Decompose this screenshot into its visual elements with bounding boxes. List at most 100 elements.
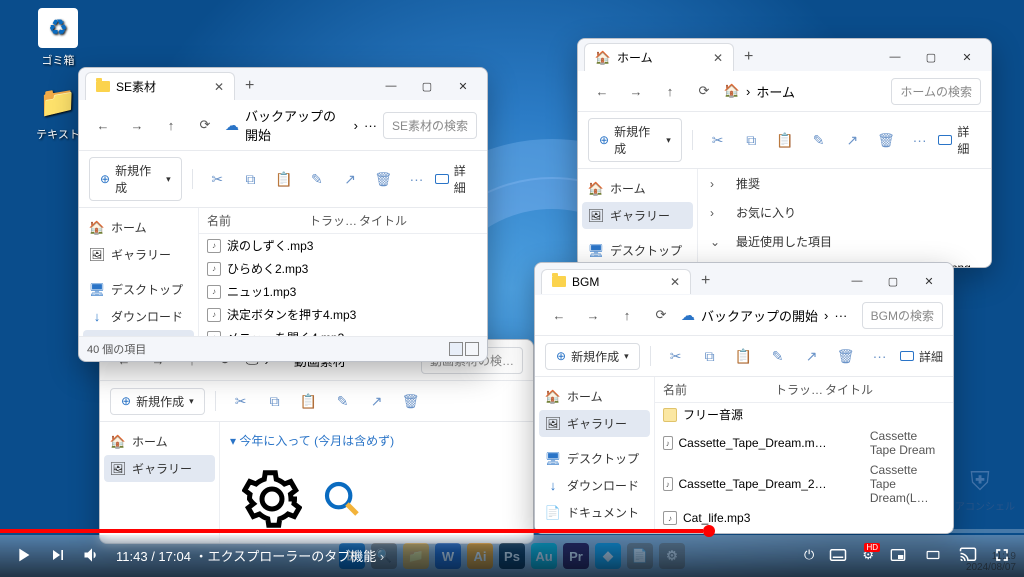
sidebar-item-home[interactable]: 🏠ホーム [83,214,194,241]
section-recommended[interactable]: ›推奨 [698,169,991,198]
paste-icon[interactable]: 📋 [269,165,298,193]
delete-icon[interactable]: 🗑 [369,165,398,193]
file-row[interactable]: ♪決定ボタンを押す4.mp3 [199,303,487,326]
nav-fwd[interactable]: → [123,111,151,139]
minimize-button[interactable]: — [839,267,875,295]
tab[interactable]: SE素材 ✕ [85,72,235,100]
view-toggle[interactable] [449,342,479,356]
more-icon[interactable]: ··· [402,165,431,193]
rename-icon[interactable]: ✎ [763,342,793,370]
captions-button[interactable] [828,546,848,564]
new-button[interactable]: ⊕新規作成▾ [89,157,182,201]
miniplayer-button[interactable] [888,547,908,563]
more-icon[interactable]: ··· [834,308,847,323]
sidebar-item-gallery[interactable]: 🖼ギャラリー [83,241,194,268]
sidebar-item-home[interactable]: 🏠ホーム [539,383,650,410]
folder-row[interactable]: フリー音源 [655,403,953,426]
paste-icon[interactable]: 📋 [294,387,324,415]
tab-close-icon[interactable]: ✕ [214,80,224,94]
settings-button[interactable]: ⚙HD [862,547,874,563]
file-row[interactable]: ♪ひらめく2.mp3 [199,257,487,280]
new-button[interactable]: ⊕新規作成▾ [588,118,682,162]
cut-icon[interactable]: ✂ [226,387,256,415]
col-name[interactable]: 名前 [207,212,309,229]
rename-icon[interactable]: ✎ [328,387,358,415]
maximize-button[interactable]: ▢ [875,267,911,295]
copy-icon[interactable]: ⧉ [736,126,766,154]
cut-icon[interactable]: ✂ [703,126,733,154]
backup-link[interactable]: バックアップの開始 [245,106,348,144]
detail-button[interactable]: 詳細 [900,348,943,365]
detail-button[interactable]: 詳細 [435,162,477,196]
share-icon[interactable]: ↗ [837,126,867,154]
rename-icon[interactable]: ✎ [804,126,834,154]
more-icon[interactable]: ··· [364,118,377,133]
new-button[interactable]: ⊕新規作成▾ [545,343,640,370]
paste-icon[interactable]: 📋 [770,126,800,154]
rename-icon[interactable]: ✎ [302,165,331,193]
volume-button[interactable] [82,545,102,565]
sidebar-item-desktop[interactable]: 🖥デスクトップ [83,276,194,303]
new-tab-button[interactable]: + [691,268,720,294]
copy-icon[interactable]: ⧉ [695,342,725,370]
close-button[interactable]: ✕ [445,72,481,100]
nav-fwd[interactable]: → [622,77,650,105]
more-icon[interactable]: ··· [905,126,935,154]
delete-icon[interactable]: 🗑 [831,342,861,370]
copy-icon[interactable]: ⧉ [236,165,265,193]
next-button[interactable] [48,545,68,565]
search-input[interactable]: BGMの検索 [862,302,943,329]
file-row[interactable]: ♪涙のしずく.mp3 [199,234,487,257]
tab-close-icon[interactable]: ✕ [670,275,680,289]
nav-back[interactable]: ← [89,111,117,139]
cut-icon[interactable]: ✂ [661,342,691,370]
sidebar-item-gallery[interactable]: 🖼ギャラリー [539,410,650,437]
share-icon[interactable]: ↗ [335,165,364,193]
close-button[interactable]: ✕ [949,43,985,71]
new-tab-button[interactable]: + [235,73,264,99]
paste-icon[interactable]: 📋 [729,342,759,370]
sidebar-item-desktop[interactable]: 🖥デスクトップ [582,237,693,264]
nav-up[interactable]: ↑ [656,77,684,105]
sidebar-item-documents[interactable]: 📄ドキュメント [539,499,650,526]
col-track[interactable]: トラッ… [775,381,825,398]
delete-icon[interactable]: 🗑 [871,126,901,154]
copy-icon[interactable]: ⧉ [260,387,290,415]
desktop-icon-recycle[interactable]: ♻ ゴミ箱 [28,8,88,68]
search-input[interactable]: SE素材の検索 [383,112,477,139]
col-track[interactable]: トラッ… [309,212,359,229]
col-name[interactable]: 名前 [663,381,775,398]
detail-button[interactable]: 詳細 [938,123,981,157]
theater-button[interactable] [922,548,944,562]
section-favorites[interactable]: ›お気に入り [698,198,991,227]
section-recent[interactable]: ⌄最近使用した項目 [698,227,991,256]
new-tab-button[interactable]: + [734,44,763,70]
file-row[interactable]: ♪ニュッ1.mp3 [199,280,487,303]
search-input[interactable]: ホームの検索 [891,78,981,105]
share-icon[interactable]: ↗ [362,387,392,415]
share-icon[interactable]: ↗ [797,342,827,370]
cast-button[interactable] [958,546,978,564]
sidebar-item-downloads[interactable]: ↓ダウンロード [83,303,194,330]
breadcrumb[interactable]: ホーム [756,82,795,101]
backup-link[interactable]: バックアップの開始 [701,306,818,325]
file-row[interactable]: ♪Cassette_Tape_Dream.m…Cassette Tape Dre… [655,426,953,460]
maximize-button[interactable]: ▢ [913,43,949,71]
col-title[interactable]: タイトル [825,381,945,398]
tab[interactable]: BGM ✕ [541,269,691,294]
file-row[interactable]: ♪Cat_life.mp3 [655,508,953,528]
tab-close-icon[interactable]: ✕ [713,51,723,65]
minimize-button[interactable]: — [877,43,913,71]
cut-icon[interactable]: ✂ [203,165,232,193]
file-row[interactable]: ♪Cassette_Tape_Dream_2…Cassette Tape Dre… [655,460,953,508]
sidebar-item-home[interactable]: 🏠ホーム [104,428,215,455]
nav-fwd[interactable]: → [579,301,607,329]
delete-icon[interactable]: 🗑 [396,387,426,415]
sidebar-item-desktop[interactable]: 🖥デスクトップ [539,445,650,472]
nav-refresh[interactable]: ⟳ [647,301,675,329]
play-button[interactable] [12,544,34,566]
autoplay-toggle[interactable]: ⏻ [804,547,814,563]
nav-back[interactable]: ← [545,301,573,329]
close-button[interactable]: ✕ [911,267,947,295]
nav-back[interactable]: ← [588,77,616,105]
